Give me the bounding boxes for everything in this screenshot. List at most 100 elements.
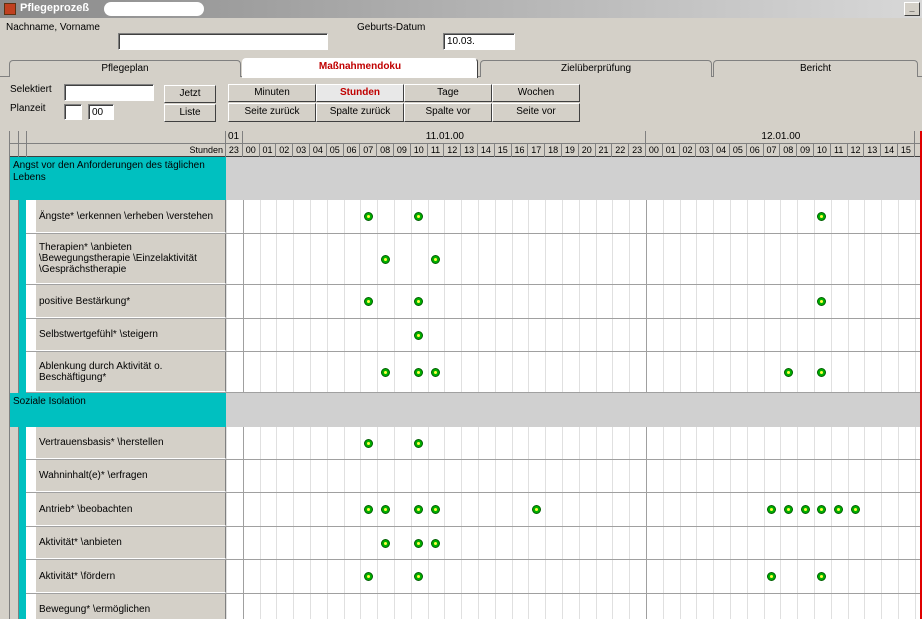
hour-label: 16 bbox=[512, 144, 529, 157]
done-marker[interactable] bbox=[531, 505, 541, 514]
hour-label: 04 bbox=[310, 144, 327, 157]
done-marker[interactable] bbox=[800, 505, 810, 514]
task-name: Wahninhalt(e)* \erfragen bbox=[36, 460, 226, 492]
task-row[interactable]: positive Bestärkung* bbox=[10, 285, 922, 319]
task-name: Vertrauensbasis* \herstellen bbox=[36, 427, 226, 459]
hour-label: 14 bbox=[881, 144, 898, 157]
task-name: Aktivität* \anbieten bbox=[36, 527, 226, 559]
hour-label: 11 bbox=[831, 144, 848, 157]
task-row[interactable]: Aktivität* \fördern bbox=[10, 560, 922, 594]
category-name: Angst vor den Anforderungen des tägliche… bbox=[10, 157, 226, 200]
planned-label: Planzeit bbox=[10, 103, 46, 114]
task-row[interactable]: Therapien* \anbieten \Bewegungstherapie … bbox=[10, 234, 922, 285]
category-bar bbox=[19, 234, 26, 285]
page-back-button[interactable]: Seite zurück bbox=[228, 103, 316, 122]
done-marker[interactable] bbox=[431, 367, 440, 377]
planned-checkbox[interactable] bbox=[64, 104, 82, 120]
task-row[interactable]: Aktivität* \anbieten bbox=[10, 527, 922, 560]
done-marker[interactable] bbox=[783, 505, 793, 514]
done-marker[interactable] bbox=[431, 505, 440, 514]
row-marker bbox=[10, 594, 19, 619]
hour-label: 20 bbox=[579, 144, 596, 157]
done-marker[interactable] bbox=[363, 505, 373, 514]
view-minutes-button[interactable]: Minuten bbox=[228, 84, 316, 102]
row-marker bbox=[10, 319, 19, 352]
done-marker[interactable] bbox=[363, 572, 373, 581]
window-title: Pflegeprozeß bbox=[20, 2, 90, 14]
hour-label: 00 bbox=[646, 144, 663, 157]
category-bar bbox=[19, 493, 26, 527]
done-marker[interactable] bbox=[363, 212, 373, 221]
done-marker[interactable] bbox=[380, 254, 390, 264]
dob-label: Geburts-Datum bbox=[357, 22, 426, 33]
category-bar bbox=[19, 352, 26, 393]
task-row[interactable]: Vertrauensbasis* \herstellen bbox=[10, 427, 922, 460]
dob-field[interactable]: 10.03. bbox=[443, 33, 515, 50]
task-name: Aktivität* \fördern bbox=[36, 560, 226, 593]
task-name: positive Bestärkung* bbox=[36, 285, 226, 318]
hour-label: 05 bbox=[730, 144, 747, 157]
hour-label: 12 bbox=[444, 144, 462, 157]
minimize-button[interactable]: _ bbox=[904, 2, 920, 16]
tab-pflegeplan[interactable]: Pflegeplan bbox=[9, 60, 241, 77]
done-marker[interactable] bbox=[817, 367, 827, 377]
header-spacer bbox=[27, 131, 226, 144]
hour-label: 03 bbox=[293, 144, 310, 157]
hour-label: 15 bbox=[495, 144, 512, 157]
view-weeks-button[interactable]: Wochen bbox=[492, 84, 580, 102]
tab-massnahmendoku[interactable]: Maßnahmendoku bbox=[242, 58, 478, 78]
title-bar: Pflegeprozeß _ bbox=[0, 0, 922, 18]
done-marker[interactable] bbox=[414, 330, 424, 340]
hour-label: 21 bbox=[596, 144, 613, 157]
done-marker[interactable] bbox=[414, 367, 424, 377]
done-marker[interactable] bbox=[380, 505, 390, 514]
done-marker[interactable] bbox=[767, 572, 776, 581]
task-name: Selbstwertgefühl* \steigern bbox=[36, 319, 226, 351]
list-button[interactable]: Liste bbox=[164, 104, 216, 122]
view-days-button[interactable]: Tage bbox=[404, 84, 492, 102]
hour-label: 10 bbox=[814, 144, 831, 157]
category-row: Angst vor den Anforderungen des tägliche… bbox=[10, 157, 922, 200]
done-marker[interactable] bbox=[414, 538, 424, 548]
task-row[interactable]: Ängste* \erkennen \erheben \verstehen bbox=[10, 200, 922, 234]
category-bar bbox=[19, 285, 26, 319]
task-row[interactable]: Wahninhalt(e)* \erfragen bbox=[10, 460, 922, 493]
task-row[interactable]: Selbstwertgefühl* \steigern bbox=[10, 319, 922, 352]
hour-header-row: Stunden 23 00 01 02 03 04 05 06 07 08 09 10 11 12 13 14 1… bbox=[10, 144, 922, 157]
done-marker[interactable] bbox=[851, 505, 860, 514]
selected-field[interactable] bbox=[64, 84, 154, 101]
done-marker[interactable] bbox=[363, 438, 373, 448]
now-button[interactable]: Jetzt bbox=[164, 85, 216, 103]
tab-bericht[interactable]: Bericht bbox=[713, 60, 918, 77]
task-row[interactable]: Bewegung* \ermöglichen bbox=[10, 594, 922, 619]
hour-label: 18 bbox=[545, 144, 562, 157]
done-marker[interactable] bbox=[783, 367, 793, 377]
tab-zielueberpruefung[interactable]: Zielüberprüfung bbox=[480, 60, 712, 77]
hour-label: 15 bbox=[898, 144, 915, 157]
category-row: Soziale Isolation bbox=[10, 393, 922, 427]
done-marker[interactable] bbox=[380, 538, 390, 548]
page-forward-button[interactable]: Seite vor bbox=[492, 103, 580, 122]
done-marker[interactable] bbox=[380, 367, 390, 377]
planned-time-field[interactable]: 00 bbox=[88, 104, 114, 120]
done-marker[interactable] bbox=[414, 438, 424, 448]
hour-label: 05 bbox=[327, 144, 344, 157]
name-field[interactable] bbox=[118, 33, 328, 50]
done-marker[interactable] bbox=[363, 297, 373, 306]
hour-label: 08 bbox=[780, 144, 798, 157]
selected-label: Selektiert bbox=[10, 84, 52, 95]
category-bar bbox=[19, 427, 26, 460]
redacted-area bbox=[104, 2, 204, 16]
task-name: Antrieb* \beobachten bbox=[36, 493, 226, 526]
hour-label: 12 bbox=[848, 144, 865, 157]
hour-label: 06 bbox=[344, 144, 361, 157]
column-back-button[interactable]: Spalte zurück bbox=[316, 103, 404, 122]
column-forward-button[interactable]: Spalte vor bbox=[404, 103, 492, 122]
row-marker bbox=[10, 560, 19, 594]
done-marker[interactable] bbox=[767, 505, 776, 514]
row-marker bbox=[10, 285, 19, 319]
view-hours-button[interactable]: Stunden bbox=[316, 84, 404, 102]
done-marker[interactable] bbox=[431, 538, 440, 548]
done-marker[interactable] bbox=[431, 254, 440, 264]
hour-label: 14 bbox=[478, 144, 495, 157]
